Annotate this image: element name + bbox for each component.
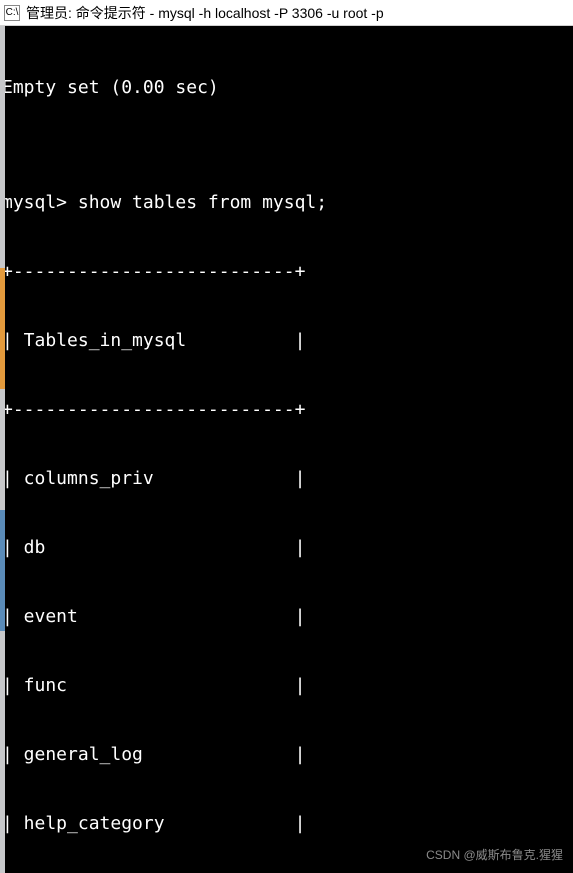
table-row: | event | [0, 605, 573, 628]
table-row: | help_category | [0, 812, 573, 835]
table-row: | general_log | [0, 743, 573, 766]
titlebar[interactable]: C:\ 管理员: 命令提示符 - mysql -h localhost -P 3… [0, 0, 573, 26]
terminal-area[interactable]: Empty set (0.00 sec) mysql> show tables … [0, 26, 573, 873]
table-row: | db | [0, 536, 573, 559]
command-line: mysql> show tables from mysql; [0, 191, 573, 214]
table-border: +--------------------------+ [0, 398, 573, 421]
table-row: | columns_priv | [0, 467, 573, 490]
left-edge-decoration [0, 26, 5, 873]
table-header: | Tables_in_mysql | [0, 329, 573, 352]
table-border: +--------------------------+ [0, 260, 573, 283]
watermark-text: CSDN @威斯布鲁克.猩猩 [426, 844, 563, 867]
cmd-icon: C:\ [4, 5, 20, 21]
table-row: | func | [0, 674, 573, 697]
window-title: 管理员: 命令提示符 - mysql -h localhost -P 3306 … [26, 3, 384, 23]
status-line: Empty set (0.00 sec) [0, 76, 573, 99]
cmd-window: C:\ 管理员: 命令提示符 - mysql -h localhost -P 3… [0, 0, 573, 873]
